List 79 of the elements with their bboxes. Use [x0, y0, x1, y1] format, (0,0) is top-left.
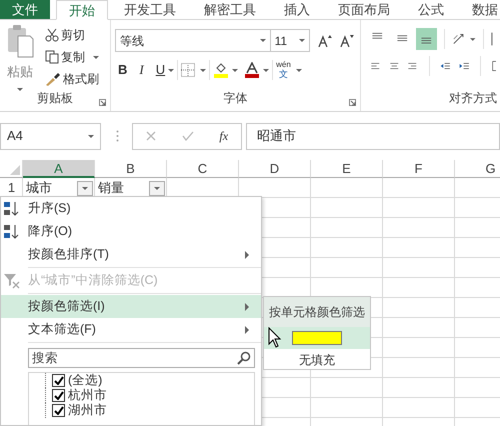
ribbon-tab[interactable]: 公式	[406, 0, 456, 19]
checkbox[interactable]	[52, 389, 65, 402]
insert-function-button[interactable]: fx	[219, 127, 228, 145]
italic-button[interactable]: I	[136, 59, 147, 81]
file-tab[interactable]: 文件	[0, 0, 50, 19]
caret-icon[interactable]	[296, 68, 302, 72]
font-size-dropdown[interactable]: 11	[270, 29, 310, 52]
group-label: 剪贴板	[36, 90, 74, 107]
increase-font-size-icon[interactable]	[318, 34, 334, 48]
font-name-dropdown[interactable]: 等线	[115, 29, 271, 52]
phonetic-guide-button[interactable]: wén 文	[276, 61, 291, 79]
caret-icon[interactable]	[470, 38, 476, 40]
dialog-launcher-icon[interactable]	[99, 99, 106, 106]
dialog-launcher-icon[interactable]	[349, 99, 356, 106]
triangle-icon	[10, 165, 20, 175]
checkbox[interactable]	[52, 374, 65, 387]
caret-icon	[82, 186, 88, 190]
caret-icon[interactable]	[260, 39, 266, 42]
ribbon-tab[interactable]: 开发工具	[112, 0, 188, 19]
filter-dropdown-button[interactable]	[77, 180, 93, 196]
cut-button[interactable]: 剪切	[61, 26, 85, 44]
text-orientation-icon[interactable]	[452, 32, 466, 46]
column-header[interactable]: E	[311, 160, 383, 178]
bold-button[interactable]: B	[115, 59, 130, 81]
paste-icon[interactable]	[6, 24, 34, 58]
menu-item[interactable]: 按颜色排序(T)	[1, 243, 261, 266]
paste-button[interactable]: 粘贴	[7, 62, 33, 82]
scissors-icon[interactable]	[45, 28, 59, 42]
mouse-pointer-icon	[268, 327, 282, 349]
align-bottom-icon[interactable]	[416, 28, 437, 50]
caret-icon[interactable]	[17, 88, 23, 90]
submenu-title: 按单元格颜色筛选	[264, 297, 370, 327]
ribbon-tab[interactable]: 数据	[460, 0, 500, 19]
search-field[interactable]: 搜索	[28, 348, 255, 368]
formula-input[interactable]: 昭通市	[246, 122, 500, 150]
caret-icon[interactable]	[299, 39, 306, 42]
copy-button[interactable]: 复制	[61, 48, 85, 66]
no-fill-option[interactable]: 无填充	[264, 349, 370, 371]
caret-icon[interactable]	[200, 68, 206, 72]
drag-handle-icon[interactable]	[116, 130, 119, 142]
menu-item[interactable]: 升序(S)	[1, 197, 261, 220]
menu-item[interactable]: 按颜色筛选(I)	[1, 295, 261, 318]
column-header[interactable]: F	[383, 160, 455, 178]
ribbon-tab[interactable]: 解密工具	[192, 0, 268, 19]
format-painter-button[interactable]: 格式刷	[63, 70, 99, 88]
column-header[interactable]: C	[167, 160, 239, 178]
underline-button[interactable]: U	[152, 59, 168, 81]
fill-color-icon[interactable]	[213, 62, 230, 78]
copy-icon[interactable]	[45, 50, 59, 64]
sort-descending-icon[interactable]	[3, 224, 21, 240]
ribbon-tab[interactable]: 插入	[272, 0, 322, 19]
borders-icon[interactable]	[181, 63, 196, 77]
caret-icon[interactable]	[93, 56, 99, 58]
font-color-icon[interactable]	[244, 62, 260, 78]
table-cell-text: 城市	[26, 179, 52, 198]
group-label: 对齐方式	[449, 90, 497, 107]
paintbrush-icon[interactable]	[45, 72, 61, 86]
checkbox[interactable]	[52, 404, 65, 417]
name-box[interactable]: A4	[0, 122, 101, 150]
table-cell-text: 销量	[98, 179, 124, 198]
column-header[interactable]: B	[95, 160, 167, 178]
search-icon[interactable]	[237, 351, 251, 365]
sort-ascending-icon[interactable]	[3, 201, 21, 217]
caret-icon[interactable]	[232, 68, 238, 72]
caret-icon[interactable]	[88, 134, 94, 138]
color-option[interactable]	[264, 327, 370, 349]
group-label: 字体	[222, 90, 248, 107]
caret-icon	[154, 186, 160, 190]
ribbon-tab[interactable]: 页面布局	[326, 0, 402, 19]
caret-icon[interactable]	[263, 68, 270, 72]
column-header[interactable]: A	[23, 160, 95, 178]
menu-item[interactable]: 文本筛选(F)	[1, 318, 261, 341]
ribbon-tab[interactable]: 开始	[56, 0, 108, 20]
column-header[interactable]: D	[239, 160, 311, 178]
filter-dropdown-button[interactable]	[149, 180, 165, 196]
menu-item[interactable]: 降序(O)	[1, 220, 261, 243]
caret-icon[interactable]	[168, 68, 174, 72]
row-header[interactable]: 1	[0, 178, 23, 198]
decrease-font-size-icon[interactable]	[340, 34, 356, 48]
